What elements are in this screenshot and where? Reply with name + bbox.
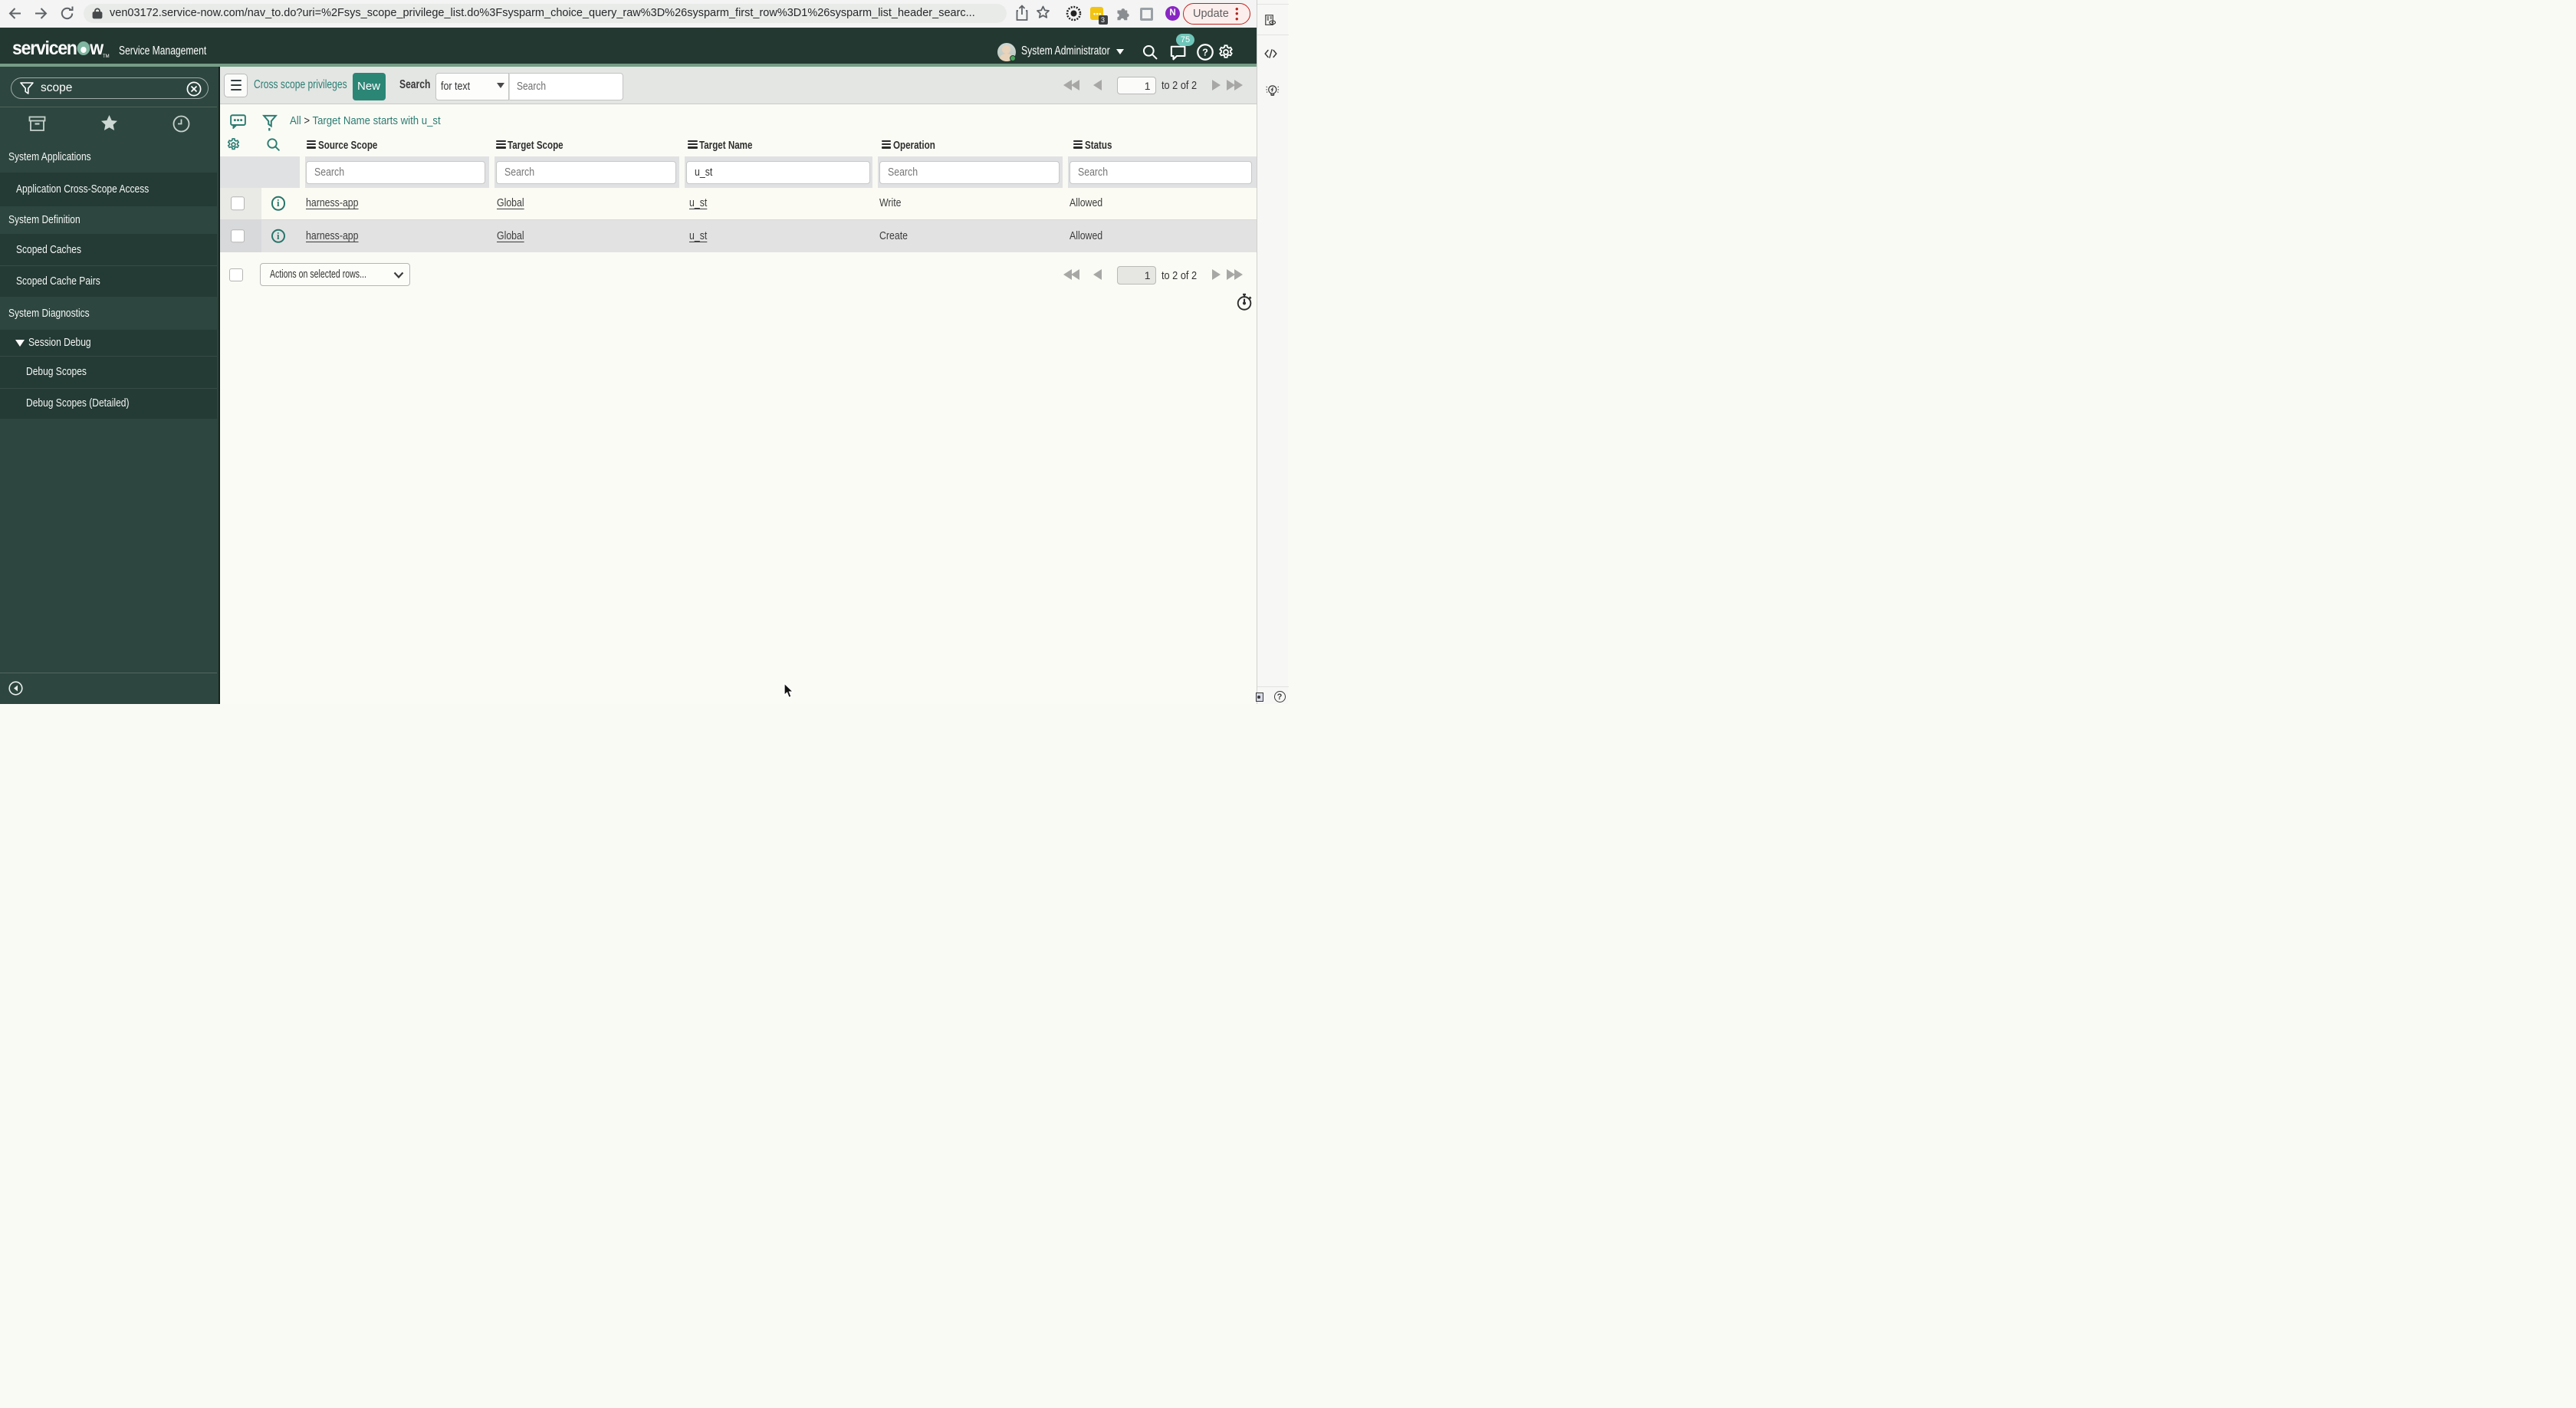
svg-text:?: ? (1202, 47, 1208, 58)
